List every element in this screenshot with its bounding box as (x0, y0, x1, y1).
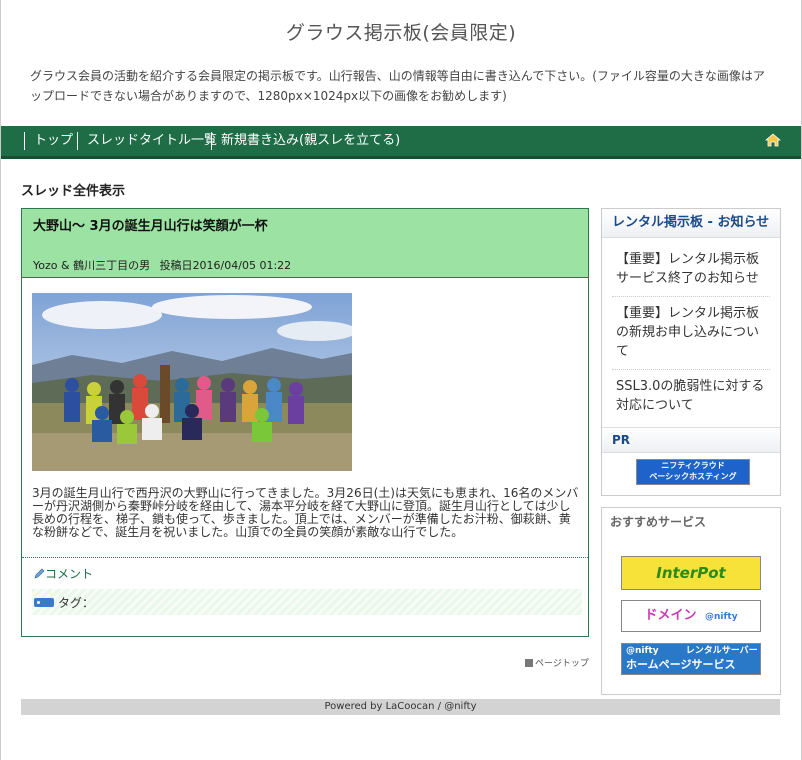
section-title: スレッド全件表示 (21, 184, 126, 199)
domain-banner-brand: @nifty (704, 612, 738, 622)
nifty-cloud-banner[interactable]: ニフティクラウド ベーシックホスティング (636, 459, 750, 485)
domain-banner-text: ドメイン (644, 608, 697, 623)
site-title[interactable]: グラウス掲示板(会員限定) (0, 18, 802, 45)
nav-top[interactable]: トップ (24, 132, 73, 150)
homepage-service-banner[interactable]: @nifty レンタルサーバー ホームページサービス (621, 643, 761, 675)
thread-author: Yozo & 鶴川三丁目の男 (33, 259, 151, 272)
posted-label: 投稿日 (159, 259, 193, 272)
hp-banner-brand: @nifty レンタルサーバー (626, 646, 758, 656)
sidebar-news-title: レンタル掲示板 - お知らせ (602, 209, 780, 238)
interpot-banner[interactable]: InterPot (621, 556, 761, 590)
thread-body: 3月の誕生月山行で西丹沢の大野山に行ってきました。3月26日(土)は天気にも恵ま… (32, 486, 579, 539)
nav-new-post[interactable]: 新規書き込み(親スレを立てる) (211, 132, 400, 150)
page-top-link[interactable]: ページトップ (525, 656, 589, 669)
recommend-title: おすすめサービス (610, 515, 707, 529)
news-item[interactable]: SSL3.0の脆弱性に対する対応について (612, 370, 770, 423)
pencil-icon (34, 568, 45, 579)
tag-label: タグ： (58, 596, 95, 610)
site-description: グラウス会員の活動を紹介する会員限定の掲示板です。山行報告、山の情報等自由に書き… (30, 69, 765, 103)
page-left-border (0, 0, 1, 760)
thread-meta: Yozo & 鶴川三丁目の男 投稿日2016/04/05 01:22 (33, 257, 291, 273)
divider (22, 557, 588, 558)
page-top-label: ページトップ (535, 659, 589, 669)
pr-banner-line2: ベーシックホスティング (649, 472, 737, 481)
sidebar-recommend-box: おすすめサービス InterPot ドメイン @nifty @nifty レンタ… (601, 507, 781, 695)
home-icon[interactable] (765, 133, 781, 147)
pr-title: PR (602, 427, 780, 453)
group-photo[interactable] (32, 293, 352, 471)
hp-banner-main: ホームページサービス (626, 658, 736, 671)
tag-row: タグ： (32, 589, 582, 615)
arrow-up-icon (525, 659, 533, 667)
sidebar-news-box: レンタル掲示板 - お知らせ 【重要】レンタル掲示板サービス終了のお知らせ 【重… (601, 208, 781, 496)
news-item[interactable]: 【重要】レンタル掲示板サービス終了のお知らせ (612, 243, 770, 297)
pr-banner-line1: ニフティクラウド (661, 461, 725, 470)
comment-link[interactable]: コメント (34, 565, 93, 582)
comment-label: コメント (45, 567, 94, 581)
thread-title: 大野山～ 3月の誕生月山行は笑顔が一杯 (33, 219, 268, 234)
news-item[interactable]: 【重要】レンタル掲示板の新規お申し込みについて (612, 297, 770, 370)
thread-post: 大野山～ 3月の誕生月山行は笑顔が一杯 Yozo & 鶴川三丁目の男 投稿日20… (21, 208, 589, 637)
main-nav: トップ スレッドタイトル一覧 新規書き込み(親スレを立てる) (1, 126, 801, 159)
posted-date: 2016/04/05 01:22 (192, 259, 292, 272)
tag-icon (34, 598, 54, 607)
thread-header: 大野山～ 3月の誕生月山行は笑顔が一杯 Yozo & 鶴川三丁目の男 投稿日20… (22, 209, 588, 278)
domain-banner[interactable]: ドメイン @nifty (621, 600, 761, 632)
footer: Powered by LaCoocan / @nifty (21, 699, 780, 715)
nav-thread-list[interactable]: スレッドタイトル一覧 (77, 132, 217, 150)
